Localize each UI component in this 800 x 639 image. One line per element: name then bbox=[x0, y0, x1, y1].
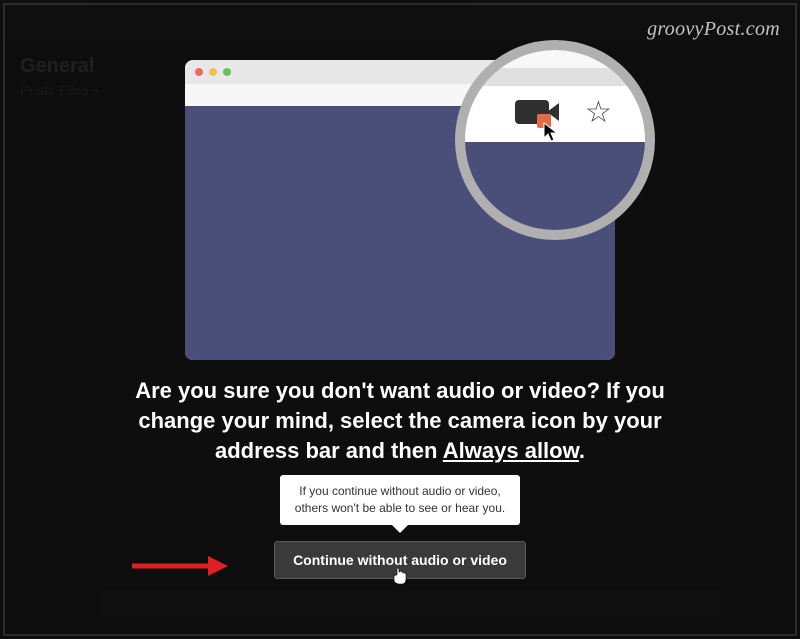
bookmark-star-icon: ☆ bbox=[585, 98, 612, 128]
cursor-hand-icon bbox=[392, 567, 408, 590]
illustration-zoom-lens: ☆ bbox=[455, 40, 655, 240]
dialog-heading: Are you sure you don't want audio or vid… bbox=[100, 376, 700, 465]
continue-tooltip-text: If you continue without audio or video, … bbox=[295, 484, 505, 515]
continue-tooltip: If you continue without audio or video, … bbox=[280, 475, 520, 525]
continue-without-av-button[interactable]: Continue without audio or video bbox=[274, 541, 526, 579]
window-close-dot-icon bbox=[195, 68, 203, 76]
permission-dialog: ☆ Are you sure you don't want audio or v… bbox=[60, 30, 740, 609]
dialog-heading-part-a: Are you sure you don't want audio or vid… bbox=[135, 378, 665, 462]
dialog-heading-underline: Always allow bbox=[443, 438, 579, 463]
permission-illustration: ☆ bbox=[185, 60, 615, 354]
continue-button-label: Continue without audio or video bbox=[293, 552, 507, 568]
window-maximize-dot-icon bbox=[223, 68, 231, 76]
window-minimize-dot-icon bbox=[209, 68, 217, 76]
dialog-heading-tail: . bbox=[579, 438, 585, 463]
